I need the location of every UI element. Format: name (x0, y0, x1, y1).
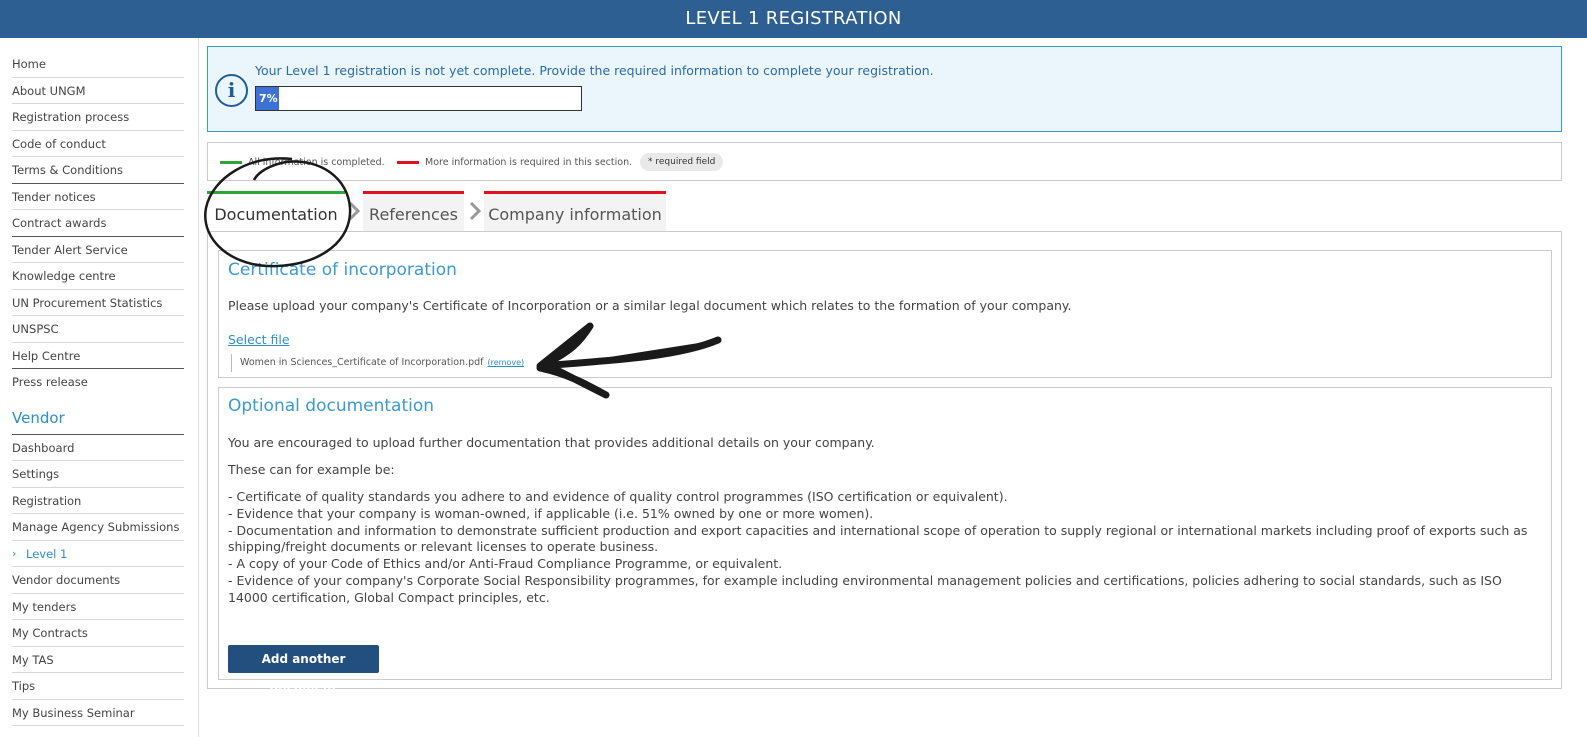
green-bar-icon (220, 161, 242, 164)
chevron-right-icon (348, 201, 361, 221)
status-legend: All information is completed. More infor… (207, 142, 1562, 181)
optional-bullet-list: - Certificate of quality standards you a… (228, 489, 1543, 607)
file-name: Women in Sciences_Certificate of Incorpo… (240, 357, 484, 368)
remove-file-link[interactable]: (remove) (488, 358, 525, 367)
sidebar-item-about-ungm[interactable]: About UNGM (12, 78, 184, 104)
optional-intro: You are encouraged to upload further doc… (228, 435, 875, 450)
sidebar-item-my-business-seminar[interactable]: My Business Seminar (12, 700, 184, 726)
page-header: LEVEL 1 REGISTRATION (0, 0, 1587, 38)
main-content: i Your Level 1 registration is not yet c… (207, 46, 1562, 694)
alert-message: Your Level 1 registration is not yet com… (255, 63, 934, 78)
sidebar-item-vendor-documents[interactable]: Vendor documents (12, 567, 184, 594)
sidebar-item-home[interactable]: Home (12, 51, 184, 78)
tab-content: Certificate of incorporation Please uplo… (207, 231, 1562, 694)
sidebar-item-tender-alert-service[interactable]: Tender Alert Service (12, 237, 184, 263)
legend-completed: All information is completed. (220, 157, 385, 168)
sidebar-item-terms-conditions[interactable]: Terms & Conditions (12, 157, 184, 184)
sidebar-nav: Home About UNGM Registration process Cod… (0, 38, 199, 737)
certificate-description: Please upload your company's Certificate… (228, 298, 1072, 313)
sidebar-item-settings[interactable]: Settings (12, 461, 184, 488)
certificate-title: Certificate of incorporation (228, 260, 457, 280)
sidebar-item-level-1[interactable]: › Level 1 (12, 541, 184, 567)
sidebar-item-registration-process[interactable]: Registration process (12, 104, 184, 131)
optional-examples-label: These can for example be: (228, 462, 395, 477)
list-item: - Evidence of your company's Corporate S… (228, 572, 1502, 605)
sidebar-item-my-tas[interactable]: My TAS (12, 647, 184, 673)
tab-company-information[interactable]: Company information (484, 191, 666, 231)
registration-alert: i Your Level 1 registration is not yet c… (207, 46, 1562, 132)
sidebar-item-manage-agency-submissions[interactable]: Manage Agency Submissions (12, 514, 184, 541)
chevron-right-icon: › (12, 546, 17, 560)
sidebar-item-label: Level 1 (26, 546, 68, 561)
optional-documentation-panel: Optional documentation You are encourage… (218, 387, 1552, 694)
sidebar-item-code-of-conduct[interactable]: Code of conduct (12, 131, 184, 157)
legend-required-text: More information is required in this sec… (425, 157, 633, 168)
legend-completed-text: All information is completed. (248, 157, 385, 168)
list-item: - Evidence that your company is woman-ow… (228, 505, 874, 521)
add-another-document-button[interactable]: Add another document (228, 645, 379, 694)
uploaded-file: Women in Sciences_Certificate of Incorpo… (231, 354, 524, 372)
sidebar-item-my-contracts[interactable]: My Contracts (12, 620, 184, 647)
sidebar-item-unspsc[interactable]: UNSPSC (12, 316, 184, 343)
sidebar-item-registration[interactable]: Registration (12, 488, 184, 514)
sidebar-item-my-tenders[interactable]: My tenders (12, 594, 184, 620)
sidebar-item-knowledge-centre[interactable]: Knowledge centre (12, 263, 184, 290)
sidebar-item-help-centre[interactable]: Help Centre (12, 343, 184, 369)
list-item: - Certificate of quality standards you a… (228, 489, 1008, 504)
tab-documentation[interactable]: Documentation (207, 191, 345, 231)
sidebar-section-vendor: Vendor (12, 402, 184, 435)
tab-references[interactable]: References (363, 191, 464, 231)
progress-fill: 7% (256, 87, 279, 110)
certificate-panel: Certificate of incorporation Please uplo… (218, 250, 1552, 378)
page-title: LEVEL 1 REGISTRATION (685, 8, 902, 29)
sidebar-item-tender-notices[interactable]: Tender notices (12, 184, 184, 210)
chevron-right-icon (469, 201, 482, 221)
list-item: - Documentation and information to demon… (228, 522, 1528, 555)
red-bar-icon (397, 161, 419, 164)
sidebar-item-contract-awards[interactable]: Contract awards (12, 210, 184, 237)
registration-tabs: Documentation References Company informa… (207, 191, 1562, 231)
optional-title: Optional documentation (228, 396, 435, 416)
required-field-badge: * required field (640, 153, 724, 171)
sidebar-item-press-release[interactable]: Press release (12, 369, 184, 396)
sidebar-item-tips[interactable]: Tips (12, 673, 184, 700)
legend-required: More information is required in this sec… (397, 157, 632, 168)
sidebar-item-un-procurement-statistics[interactable]: UN Procurement Statistics (12, 290, 184, 316)
progress-bar: 7% (255, 86, 582, 111)
info-icon: i (215, 74, 248, 107)
sidebar-item-dashboard[interactable]: Dashboard (12, 435, 184, 461)
select-file-link[interactable]: Select file (228, 332, 290, 347)
list-item: - A copy of your Code of Ethics and/or A… (228, 556, 783, 572)
